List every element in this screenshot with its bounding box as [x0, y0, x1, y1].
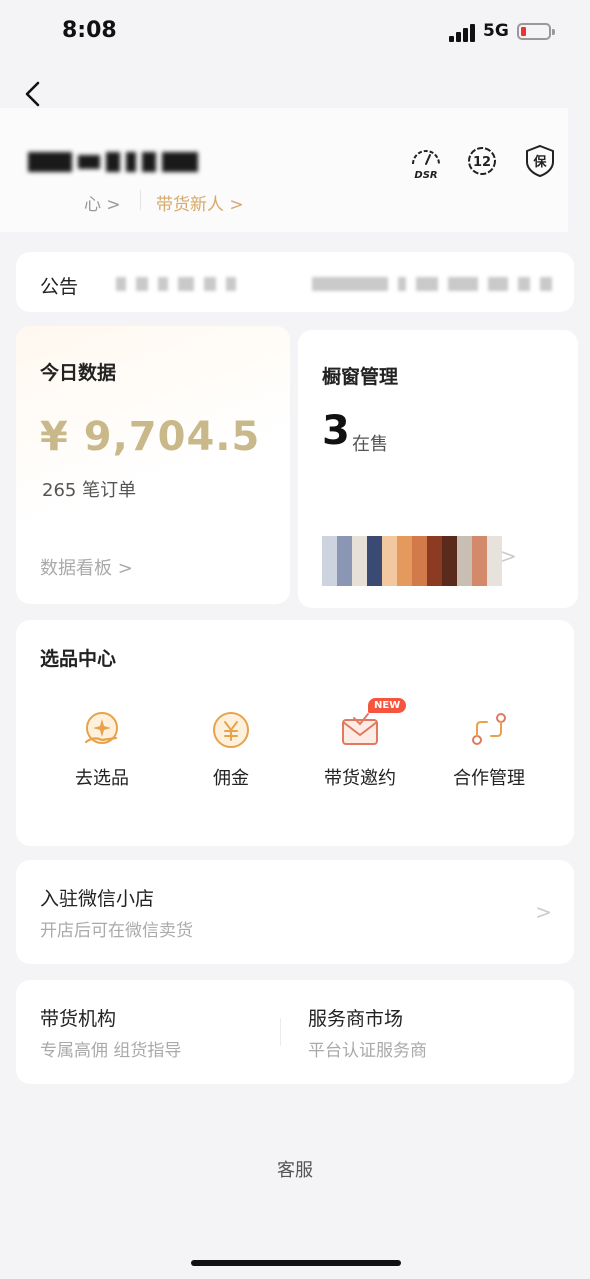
notice-text-redacted-2 [312, 276, 552, 292]
tool-invitations[interactable]: NEW 带货邀约 [300, 698, 420, 790]
customer-service-link[interactable]: 客服 [0, 1156, 590, 1182]
status-bar: 8:08 5G [0, 0, 590, 64]
today-data-card[interactable]: 今日数据 ¥ 9,704.5 265 笔订单 数据看板 > [16, 326, 290, 604]
on-sale-label: 在售 [352, 434, 388, 455]
wechat-store-title: 入驻微信小店 [40, 888, 155, 910]
agency-subtitle: 专属高佣 组货指导 [40, 1041, 182, 1061]
notice-title: 公告 [40, 276, 79, 298]
home-indicator[interactable] [191, 1260, 401, 1266]
account-name-redacted [28, 148, 198, 176]
profile-header: 心 > 带货新人 > DSR 12 保 [0, 108, 568, 232]
window-arrow: > [500, 544, 517, 568]
new-badge: NEW [368, 698, 407, 713]
partners-divider [280, 1018, 281, 1046]
yen-coin-icon [209, 708, 253, 752]
agency-title[interactable]: 带货机构 [40, 1004, 116, 1031]
product-thumbnails[interactable] [322, 536, 502, 586]
tool-label: 去选品 [75, 768, 129, 789]
level-tag-link[interactable]: 带货新人 > [156, 190, 244, 215]
today-data-title: 今日数据 [40, 362, 117, 384]
tool-label: 带货邀约 [324, 768, 396, 789]
window-management-title: 橱窗管理 [322, 366, 399, 388]
notice-text-redacted [116, 276, 236, 292]
back-button[interactable] [22, 80, 46, 108]
dsr-icon[interactable]: DSR [408, 144, 444, 181]
svg-text:12: 12 [473, 155, 491, 170]
battery-icon [517, 23, 555, 40]
service-market-subtitle: 平台认证服务商 [308, 1041, 427, 1061]
today-orders: 265 笔订单 [42, 480, 137, 501]
today-amount: ¥ 9,704.5 [40, 414, 261, 460]
guarantee-shield-icon[interactable]: 保 [524, 144, 556, 178]
svg-text:保: 保 [532, 154, 547, 170]
notice-bar[interactable]: 公告 [16, 252, 574, 312]
wechat-store-subtitle: 开店后可在微信卖货 [40, 921, 193, 941]
tool-commission[interactable]: 佣金 [171, 708, 291, 790]
envelope-icon: NEW [338, 698, 407, 752]
window-management-card[interactable]: 橱窗管理 3 在售 > [298, 330, 578, 608]
tool-select-products[interactable]: 去选品 [42, 708, 162, 790]
cooperation-icon [467, 708, 511, 752]
header-divider [140, 190, 141, 210]
data-dashboard-link[interactable]: 数据看板 > [40, 554, 133, 580]
selection-center-card: 选品中心 去选品 佣金 NEW 带货邀约 合作管理 [16, 620, 574, 846]
on-sale-count: 3 [322, 408, 350, 454]
partners-card: 带货机构 专属高佣 组货指导 服务商市场 平台认证服务商 [16, 980, 574, 1084]
sparkle-hand-icon [80, 708, 124, 752]
tool-cooperation[interactable]: 合作管理 [429, 708, 549, 790]
chevron-left-icon [25, 81, 40, 107]
network-label: 5G [483, 21, 509, 41]
service-market-title[interactable]: 服务商市场 [308, 1004, 403, 1031]
center-link[interactable]: 心 > [84, 190, 121, 215]
wechat-store-card[interactable]: 入驻微信小店 开店后可在微信卖货 > [16, 860, 574, 964]
selection-center-title: 选品中心 [40, 648, 117, 670]
signal-icon [449, 24, 477, 42]
tool-label: 合作管理 [453, 768, 525, 789]
tool-label: 佣金 [213, 768, 249, 789]
chevron-right-icon: > [535, 900, 552, 924]
level-icon[interactable]: 12 [466, 144, 498, 178]
status-time: 8:08 [62, 18, 117, 43]
svg-text:DSR: DSR [414, 170, 437, 180]
